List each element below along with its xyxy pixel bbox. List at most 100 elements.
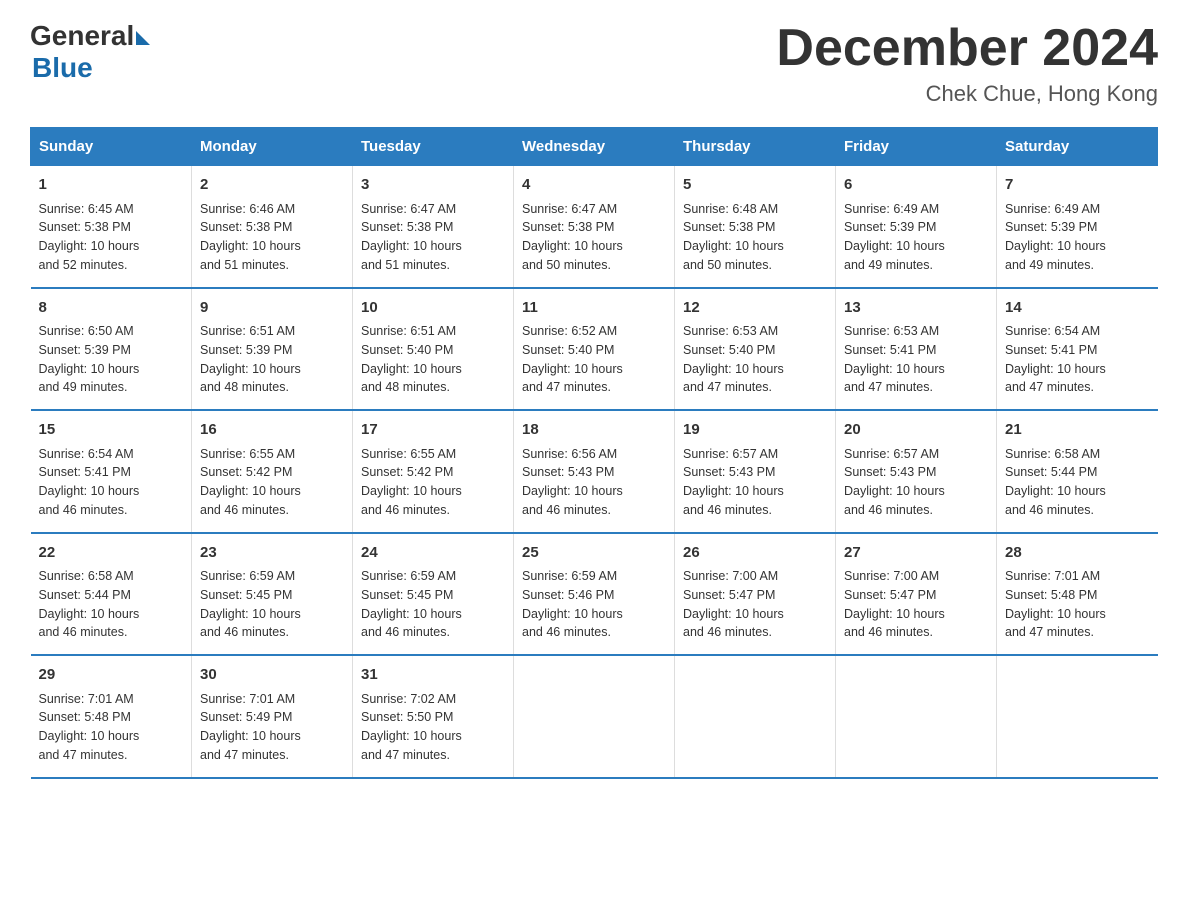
day-info: Sunrise: 6:47 AMSunset: 5:38 PMDaylight:…: [361, 202, 462, 272]
day-number: 3: [361, 174, 505, 197]
calendar-cell: 3 Sunrise: 6:47 AMSunset: 5:38 PMDaylight…: [353, 166, 514, 288]
calendar-cell: 12 Sunrise: 6:53 AMSunset: 5:40 PMDayligh…: [675, 288, 836, 411]
header-cell-thursday: Thursday: [675, 128, 836, 166]
calendar-cell: 11Sunrise: 6:52 AMSunset: 5:40 PMDayligh…: [514, 288, 675, 411]
day-info: Sunrise: 6:49 AMSunset: 5:39 PMDaylight:…: [1005, 202, 1106, 272]
day-number: 12: [683, 297, 827, 320]
calendar-cell: 17 Sunrise: 6:55 AMSunset: 5:42 PMDayligh…: [353, 410, 514, 533]
day-number: 27: [844, 542, 988, 565]
calendar-cell: 27 Sunrise: 7:00 AMSunset: 5:47 PMDayligh…: [836, 533, 997, 656]
week-row-5: 29Sunrise: 7:01 AMSunset: 5:48 PMDayligh…: [31, 655, 1158, 778]
day-info: Sunrise: 6:59 AMSunset: 5:46 PMDaylight:…: [522, 569, 623, 639]
calendar-cell: 4Sunrise: 6:47 AMSunset: 5:38 PMDaylight…: [514, 166, 675, 288]
day-number: 16: [200, 419, 344, 442]
day-info: Sunrise: 6:54 AMSunset: 5:41 PMDaylight:…: [39, 447, 140, 517]
logo-general-text: General: [30, 20, 134, 52]
day-number: 28: [1005, 542, 1150, 565]
day-info: Sunrise: 7:00 AMSunset: 5:47 PMDaylight:…: [844, 569, 945, 639]
calendar-cell: 1 Sunrise: 6:45 AMSunset: 5:38 PMDaylight…: [31, 166, 192, 288]
week-row-4: 22 Sunrise: 6:58 AMSunset: 5:44 PMDayligh…: [31, 533, 1158, 656]
week-row-3: 15 Sunrise: 6:54 AMSunset: 5:41 PMDayligh…: [31, 410, 1158, 533]
day-info: Sunrise: 6:53 AMSunset: 5:41 PMDaylight:…: [844, 324, 945, 394]
day-info: Sunrise: 6:54 AMSunset: 5:41 PMDaylight:…: [1005, 324, 1106, 394]
calendar-cell: 31 Sunrise: 7:02 AMSunset: 5:50 PMDayligh…: [353, 655, 514, 778]
calendar-cell: 28Sunrise: 7:01 AMSunset: 5:48 PMDayligh…: [997, 533, 1158, 656]
day-number: 6: [844, 174, 988, 197]
day-info: Sunrise: 6:59 AMSunset: 5:45 PMDaylight:…: [200, 569, 301, 639]
title-section: December 2024 Chek Chue, Hong Kong: [776, 20, 1158, 107]
calendar-cell: 22 Sunrise: 6:58 AMSunset: 5:44 PMDayligh…: [31, 533, 192, 656]
day-info: Sunrise: 6:55 AMSunset: 5:42 PMDaylight:…: [361, 447, 462, 517]
day-info: Sunrise: 6:48 AMSunset: 5:38 PMDaylight:…: [683, 202, 784, 272]
day-number: 10: [361, 297, 505, 320]
day-info: Sunrise: 6:46 AMSunset: 5:38 PMDaylight:…: [200, 202, 301, 272]
day-number: 14: [1005, 297, 1150, 320]
day-number: 26: [683, 542, 827, 565]
day-info: Sunrise: 6:57 AMSunset: 5:43 PMDaylight:…: [844, 447, 945, 517]
day-number: 18: [522, 419, 666, 442]
header-cell-tuesday: Tuesday: [353, 128, 514, 166]
calendar-cell: [836, 655, 997, 778]
calendar-cell: 20Sunrise: 6:57 AMSunset: 5:43 PMDayligh…: [836, 410, 997, 533]
week-row-1: 1 Sunrise: 6:45 AMSunset: 5:38 PMDaylight…: [31, 166, 1158, 288]
day-info: Sunrise: 6:55 AMSunset: 5:42 PMDaylight:…: [200, 447, 301, 517]
day-info: Sunrise: 6:53 AMSunset: 5:40 PMDaylight:…: [683, 324, 784, 394]
day-number: 30: [200, 664, 344, 687]
day-info: Sunrise: 6:47 AMSunset: 5:38 PMDaylight:…: [522, 202, 623, 272]
calendar-cell: 8Sunrise: 6:50 AMSunset: 5:39 PMDaylight…: [31, 288, 192, 411]
calendar-header: SundayMondayTuesdayWednesdayThursdayFrid…: [31, 128, 1158, 166]
day-number: 21: [1005, 419, 1150, 442]
page-header: General Blue December 2024 Chek Chue, Ho…: [30, 20, 1158, 107]
day-number: 31: [361, 664, 505, 687]
header-cell-sunday: Sunday: [31, 128, 192, 166]
calendar-cell: [514, 655, 675, 778]
logo: General Blue: [30, 20, 150, 84]
day-number: 7: [1005, 174, 1150, 197]
header-cell-saturday: Saturday: [997, 128, 1158, 166]
day-info: Sunrise: 6:56 AMSunset: 5:43 PMDaylight:…: [522, 447, 623, 517]
calendar-cell: 7 Sunrise: 6:49 AMSunset: 5:39 PMDaylight…: [997, 166, 1158, 288]
day-info: Sunrise: 6:51 AMSunset: 5:40 PMDaylight:…: [361, 324, 462, 394]
day-info: Sunrise: 6:58 AMSunset: 5:44 PMDaylight:…: [39, 569, 140, 639]
calendar-cell: 26Sunrise: 7:00 AMSunset: 5:47 PMDayligh…: [675, 533, 836, 656]
week-row-2: 8Sunrise: 6:50 AMSunset: 5:39 PMDaylight…: [31, 288, 1158, 411]
calendar-cell: 16 Sunrise: 6:55 AMSunset: 5:42 PMDayligh…: [192, 410, 353, 533]
calendar-cell: 6 Sunrise: 6:49 AMSunset: 5:39 PMDaylight…: [836, 166, 997, 288]
day-number: 29: [39, 664, 184, 687]
day-number: 19: [683, 419, 827, 442]
day-number: 9: [200, 297, 344, 320]
day-number: 1: [39, 174, 184, 197]
day-number: 17: [361, 419, 505, 442]
header-cell-wednesday: Wednesday: [514, 128, 675, 166]
day-info: Sunrise: 6:59 AMSunset: 5:45 PMDaylight:…: [361, 569, 462, 639]
day-number: 2: [200, 174, 344, 197]
logo-blue-text: Blue: [32, 52, 93, 84]
calendar-cell: 5Sunrise: 6:48 AMSunset: 5:38 PMDaylight…: [675, 166, 836, 288]
day-info: Sunrise: 6:45 AMSunset: 5:38 PMDaylight:…: [39, 202, 140, 272]
calendar-body: 1 Sunrise: 6:45 AMSunset: 5:38 PMDaylight…: [31, 166, 1158, 778]
calendar-cell: [997, 655, 1158, 778]
subtitle: Chek Chue, Hong Kong: [776, 81, 1158, 107]
calendar-cell: 14 Sunrise: 6:54 AMSunset: 5:41 PMDayligh…: [997, 288, 1158, 411]
day-info: Sunrise: 7:01 AMSunset: 5:49 PMDaylight:…: [200, 692, 301, 762]
calendar-cell: 24 Sunrise: 6:59 AMSunset: 5:45 PMDayligh…: [353, 533, 514, 656]
day-number: 23: [200, 542, 344, 565]
day-number: 22: [39, 542, 184, 565]
calendar-cell: 10 Sunrise: 6:51 AMSunset: 5:40 PMDayligh…: [353, 288, 514, 411]
main-title: December 2024: [776, 20, 1158, 77]
day-number: 15: [39, 419, 184, 442]
day-info: Sunrise: 6:58 AMSunset: 5:44 PMDaylight:…: [1005, 447, 1106, 517]
calendar-cell: 13Sunrise: 6:53 AMSunset: 5:41 PMDayligh…: [836, 288, 997, 411]
day-info: Sunrise: 6:57 AMSunset: 5:43 PMDaylight:…: [683, 447, 784, 517]
day-info: Sunrise: 6:49 AMSunset: 5:39 PMDaylight:…: [844, 202, 945, 272]
day-number: 24: [361, 542, 505, 565]
calendar-cell: 9 Sunrise: 6:51 AMSunset: 5:39 PMDaylight…: [192, 288, 353, 411]
calendar-cell: 25 Sunrise: 6:59 AMSunset: 5:46 PMDayligh…: [514, 533, 675, 656]
day-info: Sunrise: 6:51 AMSunset: 5:39 PMDaylight:…: [200, 324, 301, 394]
day-info: Sunrise: 7:02 AMSunset: 5:50 PMDaylight:…: [361, 692, 462, 762]
logo-arrow-icon: [136, 31, 150, 45]
day-info: Sunrise: 6:52 AMSunset: 5:40 PMDaylight:…: [522, 324, 623, 394]
calendar-cell: 30 Sunrise: 7:01 AMSunset: 5:49 PMDayligh…: [192, 655, 353, 778]
day-number: 25: [522, 542, 666, 565]
calendar-cell: [675, 655, 836, 778]
